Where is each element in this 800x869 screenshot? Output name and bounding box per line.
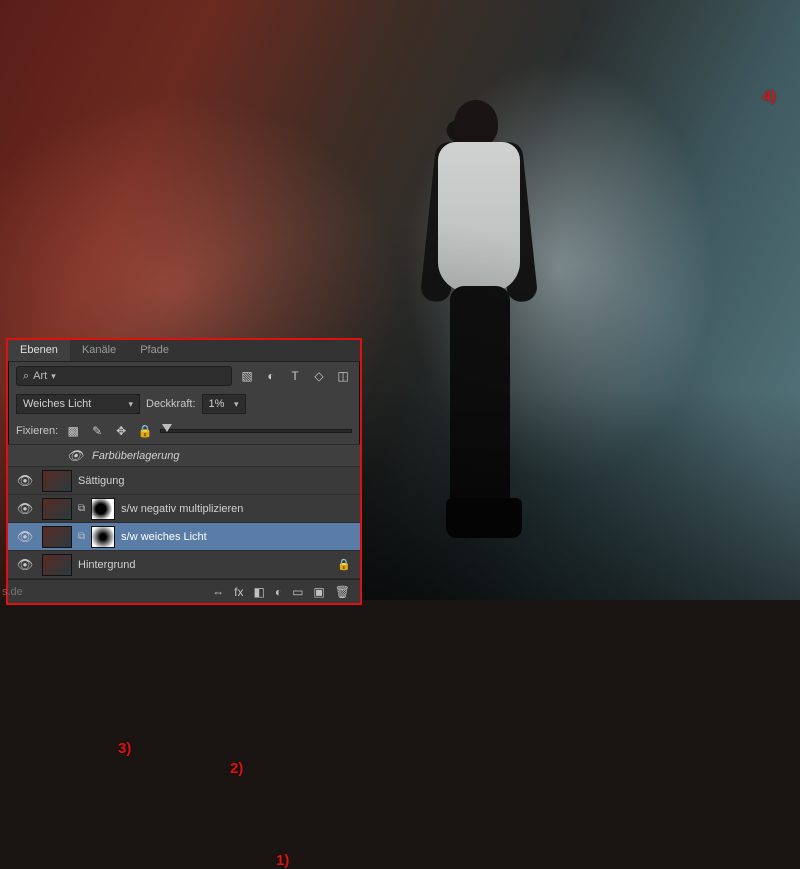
layer-thumbnail [42, 498, 72, 520]
layer-mask-thumbnail [91, 526, 115, 548]
annotation-1: 1) [276, 852, 289, 869]
blend-mode-dropdown[interactable]: Weiches Licht ▾ [16, 394, 140, 414]
visibility-toggle-icon[interactable]: 👁 [14, 473, 36, 489]
mask-link-icon[interactable]: ⧉ [78, 531, 85, 542]
layer-filter-type: Art [33, 370, 47, 382]
layer-thumbnail [42, 470, 72, 492]
annotation-4: 4) [763, 88, 776, 105]
visibility-toggle-icon[interactable]: 👁 [14, 529, 36, 545]
new-layer-icon[interactable]: ▣ [313, 585, 324, 599]
annotation-2: 2) [230, 760, 243, 777]
effect-name: Farbüberlagerung [92, 450, 354, 462]
layers-panel-footer: ⇔ fx ◧ ◐ ▭ ▣ 🗑 [8, 579, 360, 603]
lock-transparency-icon[interactable]: ▩ [64, 422, 82, 440]
add-mask-icon[interactable]: ◧ [253, 585, 264, 599]
layer-fx-icon[interactable]: fx [234, 585, 243, 599]
layer-row[interactable]: 👁 ⧉ s/w negativ multiplizieren [8, 495, 360, 523]
layer-mask-thumbnail [91, 498, 115, 520]
lock-all-icon[interactable]: 🔒 [136, 422, 154, 440]
search-icon: ⌕ [23, 370, 29, 383]
blend-mode-value: Weiches Licht [23, 398, 91, 410]
chevron-down-icon: ▾ [234, 399, 239, 410]
layer-effect-row[interactable]: 👁 Farbüberlagerung [8, 445, 360, 467]
layer-list: 👁 Farbüberlagerung 👁 Sättigung 👁 ⧉ s/w n… [8, 444, 360, 579]
lock-icon: 🔒 [334, 558, 354, 571]
annotation-3: 3) [118, 740, 131, 757]
shape-filter-icon[interactable]: ◇ [310, 367, 328, 385]
slider-thumb-icon[interactable] [162, 424, 172, 432]
lock-pixels-icon[interactable]: ✎ [88, 422, 106, 440]
link-layers-icon[interactable]: ⇔ [212, 585, 224, 599]
layer-name: Sättigung [78, 475, 354, 487]
new-group-icon[interactable]: ▭ [292, 585, 303, 599]
visibility-toggle-icon[interactable]: 👁 [14, 557, 36, 573]
layer-row[interactable]: 👁 Sättigung [8, 467, 360, 495]
mask-link-icon[interactable]: ⧉ [78, 503, 85, 514]
type-filter-icon[interactable]: T [286, 367, 304, 385]
adjustment-filter-icon[interactable]: ◐ [262, 367, 280, 385]
layer-thumbnail [42, 526, 72, 548]
opacity-label: Deckkraft: [146, 398, 196, 410]
lock-position-icon[interactable]: ✥ [112, 422, 130, 440]
tab-layers[interactable]: Ebenen [8, 340, 70, 361]
layer-row-selected[interactable]: 👁 ⧉ s/w weiches Licht 1) [8, 523, 360, 551]
delete-layer-icon[interactable]: 🗑 [335, 585, 350, 599]
new-adjustment-icon[interactable]: ◐ [275, 585, 282, 599]
watermark: s.de [2, 586, 23, 598]
image-filter-icon[interactable]: ▧ [238, 367, 256, 385]
chevron-down-icon: ▾ [51, 371, 56, 382]
layers-panel: Ebenen Kanäle Pfade ⌕ Art ▾ ▧ ◐ T ◇ ◫ We… [6, 338, 362, 605]
opacity-value-field[interactable]: 1% ▾ [202, 394, 246, 414]
layer-thumbnail [42, 554, 72, 576]
tab-channels[interactable]: Kanäle [70, 340, 128, 361]
subject-silhouette [408, 100, 558, 540]
layer-name: s/w negativ multiplizieren [121, 503, 354, 515]
layer-name: Hintergrund [78, 559, 328, 571]
visibility-toggle-icon[interactable]: 👁 [64, 448, 86, 464]
panel-tabs: Ebenen Kanäle Pfade [8, 340, 360, 362]
visibility-toggle-icon[interactable]: 👁 [14, 501, 36, 517]
layer-row[interactable]: 👁 Hintergrund 🔒 [8, 551, 360, 579]
opacity-slider[interactable] [160, 424, 352, 438]
layer-filter-search[interactable]: ⌕ Art ▾ [16, 366, 232, 386]
tab-paths[interactable]: Pfade [128, 340, 181, 361]
chevron-down-icon: ▾ [128, 399, 133, 410]
lock-label: Fixieren: [16, 425, 58, 437]
opacity-value: 1% [209, 398, 225, 410]
smart-filter-icon[interactable]: ◫ [334, 367, 352, 385]
layer-name: s/w weiches Licht [121, 531, 354, 543]
